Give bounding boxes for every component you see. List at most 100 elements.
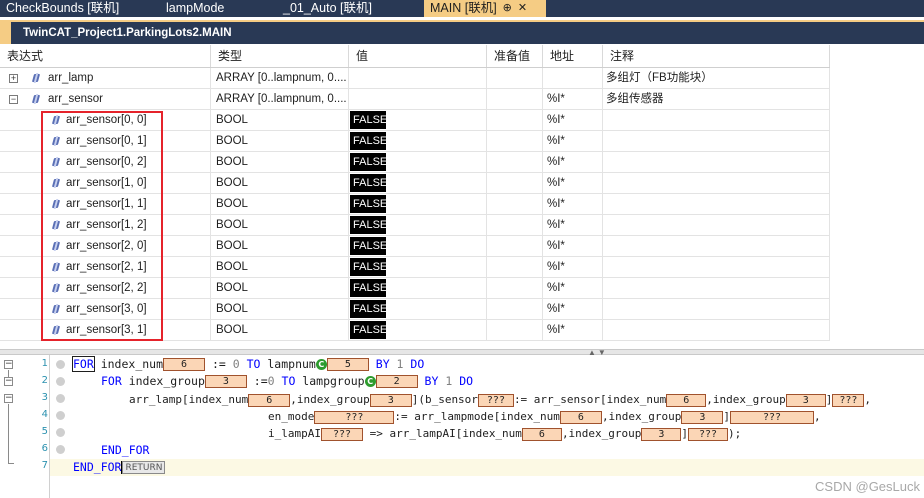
value-cell[interactable]: FALSE: [349, 173, 487, 194]
tab-checkbounds[interactable]: CheckBounds [联机]: [0, 0, 160, 17]
code-line-3[interactable]: arr_lamp[index_num 6 ,index_group 3](b_sens…: [129, 391, 871, 408]
value-cell[interactable]: [349, 89, 487, 110]
value-cell[interactable]: FALSE: [349, 320, 487, 341]
fold-collapse-icon[interactable]: −: [4, 360, 13, 369]
tab-main[interactable]: MAIN [联机] ⊕ ✕: [424, 0, 546, 17]
address-cell: %I*: [543, 173, 603, 194]
prepared-value-cell[interactable]: [487, 257, 543, 278]
expression-cell: arr_sensor[0, 1]: [66, 135, 147, 147]
comment-cell: [603, 110, 830, 131]
expression-cell: arr_lamp: [48, 72, 94, 84]
col-header-type[interactable]: 类型: [211, 45, 349, 67]
variable-icon: [52, 304, 62, 315]
col-header-address[interactable]: 地址: [543, 45, 603, 67]
tab-01-auto[interactable]: _01_Auto [联机]: [277, 0, 424, 17]
prepared-value-cell[interactable]: [487, 131, 543, 152]
breakpoint-marker-icon[interactable]: [56, 428, 65, 437]
value-cell[interactable]: FALSE: [349, 152, 487, 173]
col-header-expression[interactable]: 表达式: [0, 45, 211, 67]
expand-icon[interactable]: +: [9, 74, 18, 83]
address-cell: %I*: [543, 152, 603, 173]
line-number: 4: [41, 409, 48, 420]
value-cell[interactable]: [349, 68, 487, 89]
value-false-badge: FALSE: [350, 258, 387, 276]
col-header-value[interactable]: 值: [349, 45, 487, 67]
table-row[interactable]: arr_sensor[3, 1] BOOL FALSE %I*: [0, 320, 830, 341]
value-cell[interactable]: FALSE: [349, 194, 487, 215]
expression-column: arr_sensor[1, 2]: [0, 215, 211, 236]
prepared-value-cell[interactable]: [487, 152, 543, 173]
comment-cell: [603, 257, 830, 278]
pin-icon[interactable]: ⊕: [503, 0, 512, 17]
expression-column: arr_sensor[3, 0]: [0, 299, 211, 320]
code-line-1[interactable]: FOR index_num 6 := 0 TO lampnum C 5 BY 1 DO: [72, 356, 424, 373]
col-header-prepared-value[interactable]: 准备值: [487, 45, 543, 67]
table-row[interactable]: arr_sensor[2, 2] BOOL FALSE %I*: [0, 278, 830, 299]
prepared-value-cell[interactable]: [487, 278, 543, 299]
prepared-value-cell[interactable]: [487, 320, 543, 341]
value-marker: 6: [163, 358, 206, 371]
type-cell: BOOL: [211, 152, 349, 173]
value-marker: 3: [641, 427, 682, 441]
fold-collapse-icon[interactable]: −: [4, 394, 13, 403]
prepared-value-cell[interactable]: [487, 299, 543, 320]
close-icon[interactable]: ✕: [518, 0, 527, 17]
code-line-5[interactable]: i_lampAI??? => arr_lampAI[index_num 6 ,ind…: [268, 425, 741, 442]
value-cell[interactable]: FALSE: [349, 236, 487, 257]
prepared-value-cell[interactable]: [487, 68, 543, 89]
col-header-comment[interactable]: 注释: [603, 45, 830, 67]
fold-collapse-icon[interactable]: −: [4, 377, 13, 386]
value-cell[interactable]: FALSE: [349, 131, 487, 152]
table-row[interactable]: arr_sensor[1, 1] BOOL FALSE %I*: [0, 194, 830, 215]
table-row[interactable]: arr_sensor[1, 2] BOOL FALSE %I*: [0, 215, 830, 236]
table-row[interactable]: arr_sensor[1, 0] BOOL FALSE %I*: [0, 173, 830, 194]
prepared-value-cell[interactable]: [487, 194, 543, 215]
table-row[interactable]: arr_sensor[2, 1] BOOL FALSE %I*: [0, 257, 830, 278]
prepared-value-cell[interactable]: [487, 110, 543, 131]
line-number: 1: [41, 358, 48, 369]
table-row[interactable]: arr_sensor[3, 0] BOOL FALSE %I*: [0, 299, 830, 320]
value-false-badge: FALSE: [350, 195, 387, 213]
breakpoint-marker-icon[interactable]: [56, 360, 65, 369]
st-code-editor[interactable]: − − − 1 2 3 4 5 6 7 FOR index_num 6 := 0 TO lam…: [0, 355, 924, 498]
code-line-4[interactable]: en_mode???:= arr_lampmode[index_num 6 ,ind…: [268, 408, 821, 425]
tab-lampmode[interactable]: lampMode: [160, 0, 277, 17]
table-row[interactable]: arr_sensor[0, 0] BOOL FALSE %I*: [0, 110, 830, 131]
value-cell[interactable]: FALSE: [349, 110, 487, 131]
expression-cell: arr_sensor[3, 1]: [66, 324, 147, 336]
value-cell[interactable]: FALSE: [349, 257, 487, 278]
expression-cell: arr_sensor[2, 0]: [66, 240, 147, 252]
expression-column: arr_sensor[1, 0]: [0, 173, 211, 194]
code-line-2[interactable]: FOR index_group 3 :=0 TO lampgroup C 2 BY 1…: [101, 373, 473, 390]
collapse-icon[interactable]: −: [9, 95, 18, 104]
variable-icon: [52, 325, 62, 336]
table-row[interactable]: + arr_lamp ARRAY [0..lampnum, 0.... 多组灯（FB功…: [0, 68, 830, 89]
value-cell[interactable]: FALSE: [349, 215, 487, 236]
variable-icon: [32, 94, 42, 105]
type-cell: BOOL: [211, 236, 349, 257]
path-bar: TwinCAT_Project1.ParkingLots2.MAIN: [0, 17, 924, 45]
value-cell[interactable]: FALSE: [349, 278, 487, 299]
comment-cell: [603, 131, 830, 152]
expression-column: arr_sensor[3, 1]: [0, 320, 211, 341]
prepared-value-cell[interactable]: [487, 215, 543, 236]
code-line-7[interactable]: END_FOR RETURN: [73, 459, 166, 476]
tab-label: MAIN [联机]: [430, 1, 497, 15]
breakpoint-marker-icon[interactable]: [56, 411, 65, 420]
code-line-6[interactable]: END_FOR: [101, 442, 149, 459]
type-cell: ARRAY [0..lampnum, 0....: [211, 89, 349, 110]
table-row[interactable]: − arr_sensor ARRAY [0..lampnum, 0.... %I* 多组…: [0, 89, 830, 110]
breakpoint-marker-icon[interactable]: [56, 394, 65, 403]
prepared-value-cell[interactable]: [487, 89, 543, 110]
value-cell[interactable]: FALSE: [349, 299, 487, 320]
prepared-value-cell[interactable]: [487, 173, 543, 194]
prepared-value-cell[interactable]: [487, 236, 543, 257]
table-row[interactable]: arr_sensor[0, 1] BOOL FALSE %I*: [0, 131, 830, 152]
breakpoint-marker-icon[interactable]: [56, 445, 65, 454]
comment-cell: 多组传感器: [603, 89, 830, 110]
table-row[interactable]: arr_sensor[0, 2] BOOL FALSE %I*: [0, 152, 830, 173]
table-row[interactable]: arr_sensor[2, 0] BOOL FALSE %I*: [0, 236, 830, 257]
breakpoint-marker-icon[interactable]: [56, 377, 65, 386]
address-cell: %I*: [543, 278, 603, 299]
expression-cell: arr_sensor[3, 0]: [66, 303, 147, 315]
